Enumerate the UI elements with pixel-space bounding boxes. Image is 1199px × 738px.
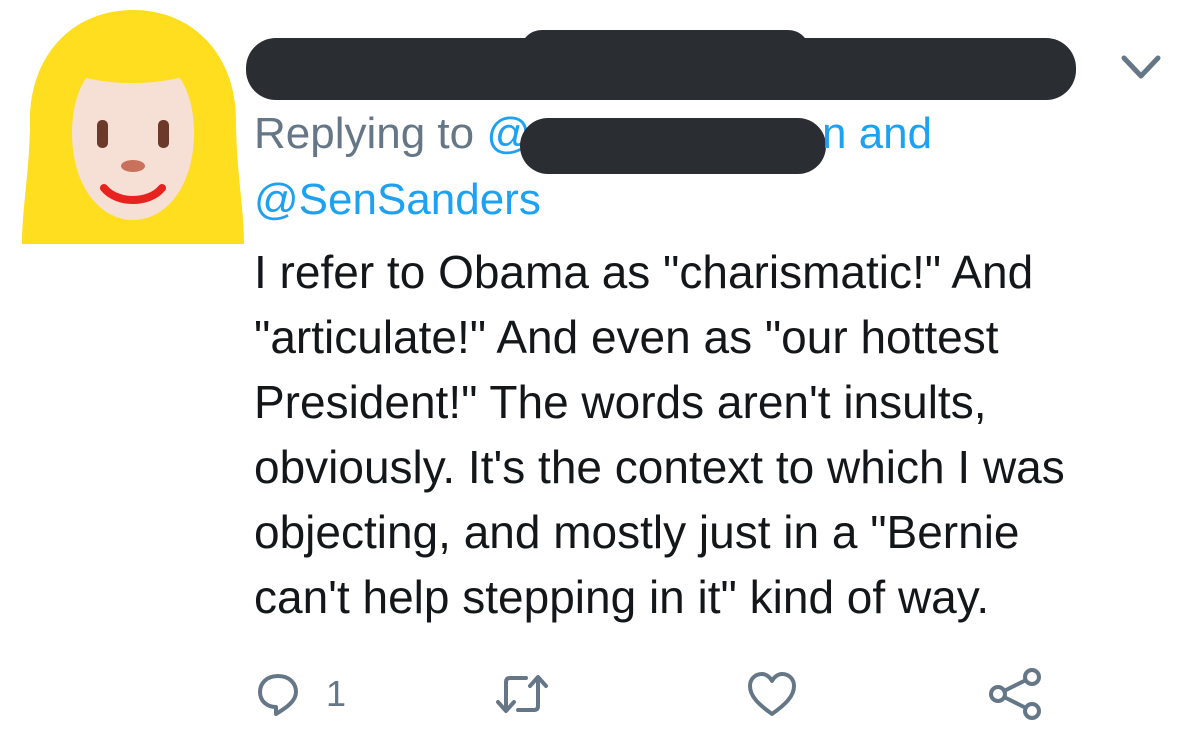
reply-button[interactable]: 1 bbox=[254, 664, 346, 724]
avatar[interactable] bbox=[22, 8, 244, 246]
like-button[interactable] bbox=[746, 664, 798, 724]
mention-tail[interactable]: n and bbox=[822, 104, 932, 164]
tweet-text-line: President!" The words aren't insults, bbox=[254, 376, 987, 428]
redacted-mention bbox=[520, 118, 826, 174]
tweet-text-line: "articulate!" And even as "our hottest bbox=[254, 311, 999, 363]
reply-icon bbox=[258, 674, 298, 716]
blonde-woman-emoji-icon bbox=[22, 10, 244, 244]
tweet-text: I refer to Obama as "charismatic!" And "… bbox=[254, 240, 1174, 630]
tweet-text-line: can't help stepping in it" kind of way. bbox=[254, 571, 990, 623]
tweet-text-line: objecting, and mostly just in a "Bernie bbox=[254, 506, 1020, 558]
tweet-text-line: obviously. It's the context to which I w… bbox=[254, 441, 1065, 493]
chevron-down-icon[interactable] bbox=[1120, 52, 1162, 82]
share-icon bbox=[989, 668, 1041, 720]
tweet-text-line: I refer to Obama as "charismatic!" And bbox=[254, 246, 1034, 298]
replying-to-label: Replying to bbox=[254, 109, 487, 158]
tweet-card: Replying to @ n and @SenSanders I refer … bbox=[0, 0, 1199, 738]
share-button[interactable] bbox=[988, 664, 1044, 724]
redacted-handle-top bbox=[520, 30, 810, 74]
mention-link-sensanders[interactable]: @SenSanders bbox=[254, 170, 541, 230]
like-icon bbox=[748, 672, 796, 716]
reply-count: 1 bbox=[326, 673, 347, 714]
retweet-icon bbox=[496, 675, 548, 713]
retweet-button[interactable] bbox=[494, 664, 550, 724]
tweet-actions: 1 bbox=[254, 664, 1154, 724]
replying-to-line: Replying to @ bbox=[254, 104, 531, 164]
